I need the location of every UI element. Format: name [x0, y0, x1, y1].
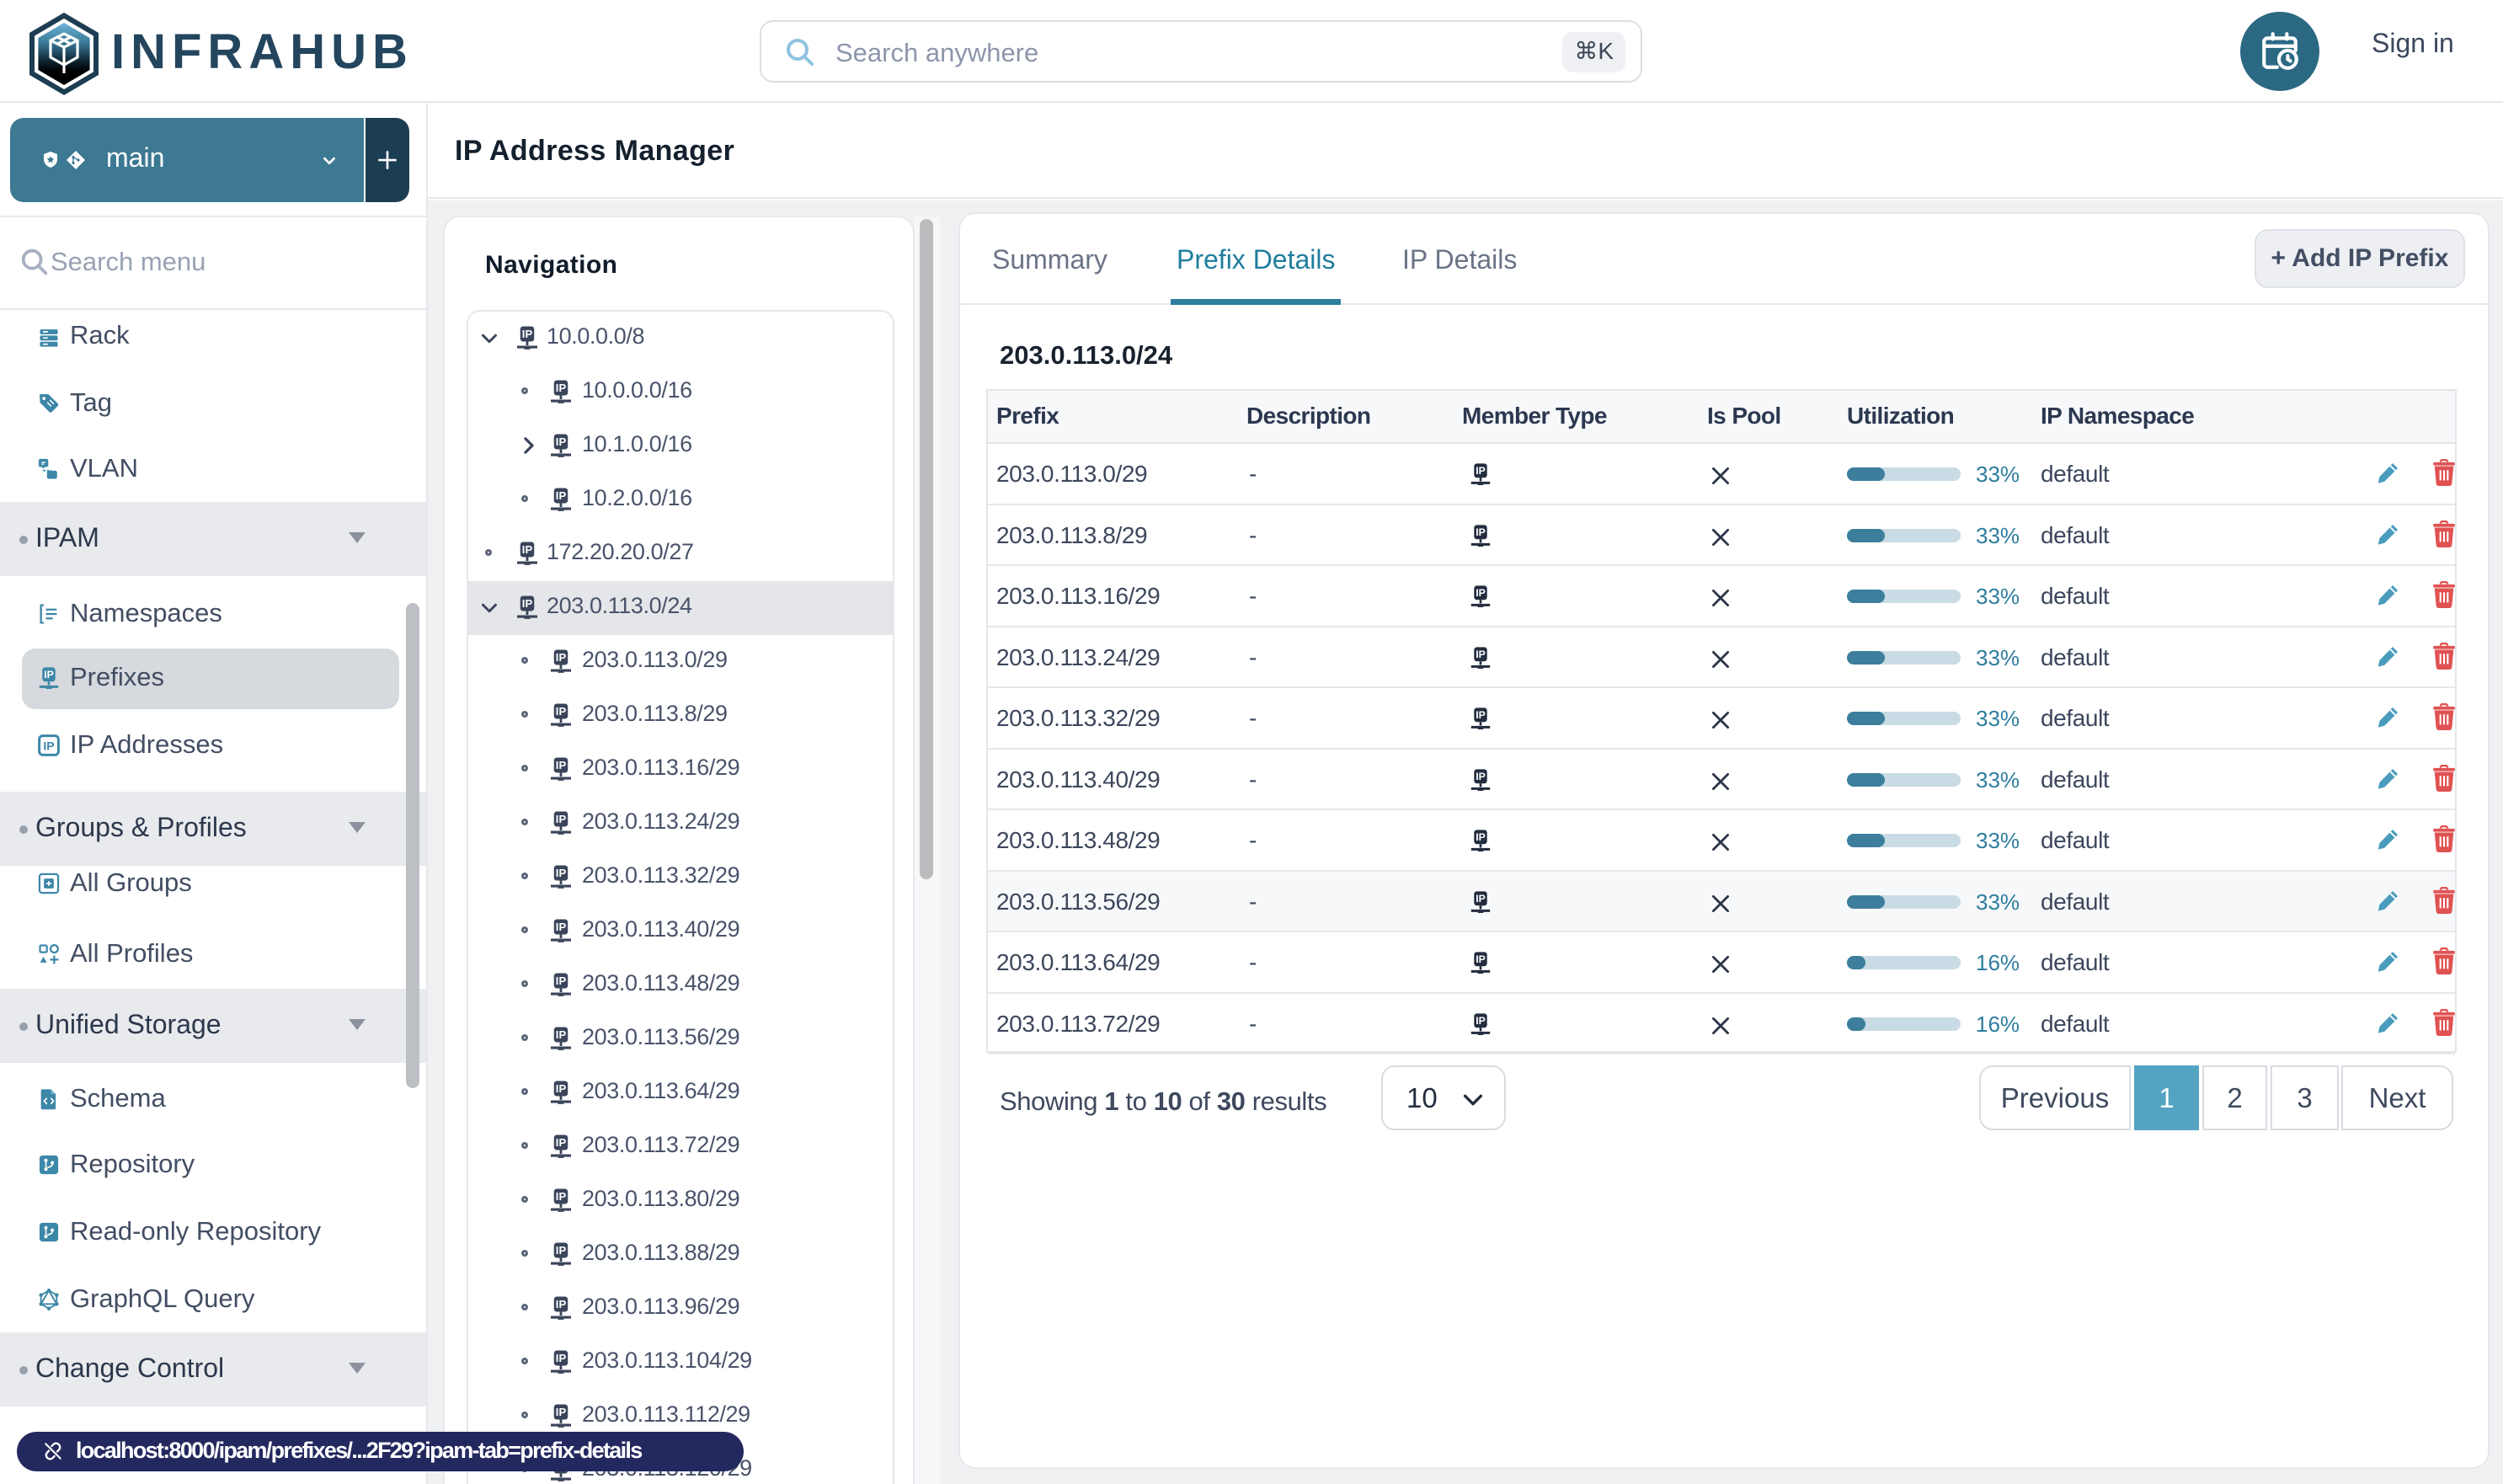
svg-text:IP: IP	[44, 669, 54, 681]
svg-text:IP: IP	[43, 739, 54, 752]
